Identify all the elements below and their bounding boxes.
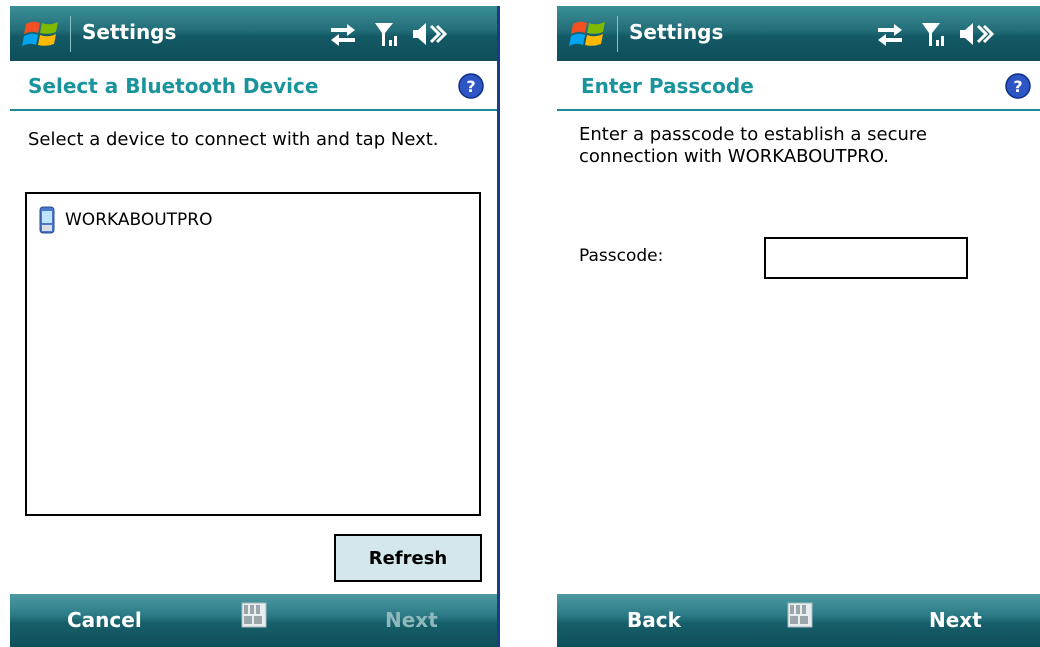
volume-muted-icon <box>960 23 995 45</box>
connectivity-icon <box>878 24 902 46</box>
select-device-screen: Settings Select a Bluetooth Device ? Sel… <box>10 6 500 647</box>
windows-start-icon[interactable] <box>569 16 609 52</box>
softkey-bar: Cancel Next <box>10 594 497 647</box>
next-softkey-disabled: Next <box>385 608 438 632</box>
cancel-softkey[interactable]: Cancel <box>67 608 142 632</box>
instruction-line-2: connection with WORKABOUTPRO. <box>579 146 889 167</box>
status-icons <box>878 23 995 46</box>
back-softkey[interactable]: Back <box>627 608 681 632</box>
svg-text:?: ? <box>1013 77 1022 96</box>
windows-start-icon[interactable] <box>22 16 62 52</box>
status-icons <box>331 23 448 46</box>
title-separator <box>70 16 71 52</box>
page-title: Select a Bluetooth Device <box>28 74 319 98</box>
instruction-text: Select a device to connect with and tap … <box>28 129 439 150</box>
softkey-bar: Back Next <box>557 594 1040 647</box>
passcode-label: Passcode: <box>579 246 664 266</box>
next-softkey[interactable]: Next <box>929 608 982 632</box>
app-title: Settings <box>82 20 177 44</box>
help-icon[interactable]: ? <box>458 73 484 99</box>
device-list[interactable]: WORKABOUTPRO <box>25 192 481 516</box>
title-bar: Settings <box>557 6 1040 61</box>
volume-muted-icon <box>413 23 448 45</box>
page-header: Select a Bluetooth Device ? <box>10 61 497 111</box>
passcode-input[interactable] <box>764 237 968 279</box>
instruction-text: Enter a passcode to establish a secure c… <box>579 124 927 168</box>
title-separator <box>617 16 618 52</box>
signal-icon <box>922 23 944 46</box>
svg-text:?: ? <box>466 77 475 96</box>
signal-icon <box>375 23 397 46</box>
app-title: Settings <box>629 20 724 44</box>
page-header: Enter Passcode ? <box>557 61 1040 111</box>
title-bar: Settings <box>10 6 497 61</box>
list-item[interactable]: WORKABOUTPRO <box>39 206 213 234</box>
refresh-button[interactable]: Refresh <box>334 534 482 582</box>
connectivity-icon <box>331 24 355 46</box>
page-title: Enter Passcode <box>581 74 754 98</box>
enter-passcode-screen: Settings Enter Passcode ? Enter a passco… <box>557 6 1040 647</box>
keyboard-icon[interactable] <box>787 602 813 628</box>
help-icon[interactable]: ? <box>1005 73 1031 99</box>
phone-icon <box>39 206 55 234</box>
keyboard-icon[interactable] <box>241 602 267 628</box>
device-name: WORKABOUTPRO <box>65 210 213 230</box>
instruction-line-1: Enter a passcode to establish a secure <box>579 124 927 145</box>
